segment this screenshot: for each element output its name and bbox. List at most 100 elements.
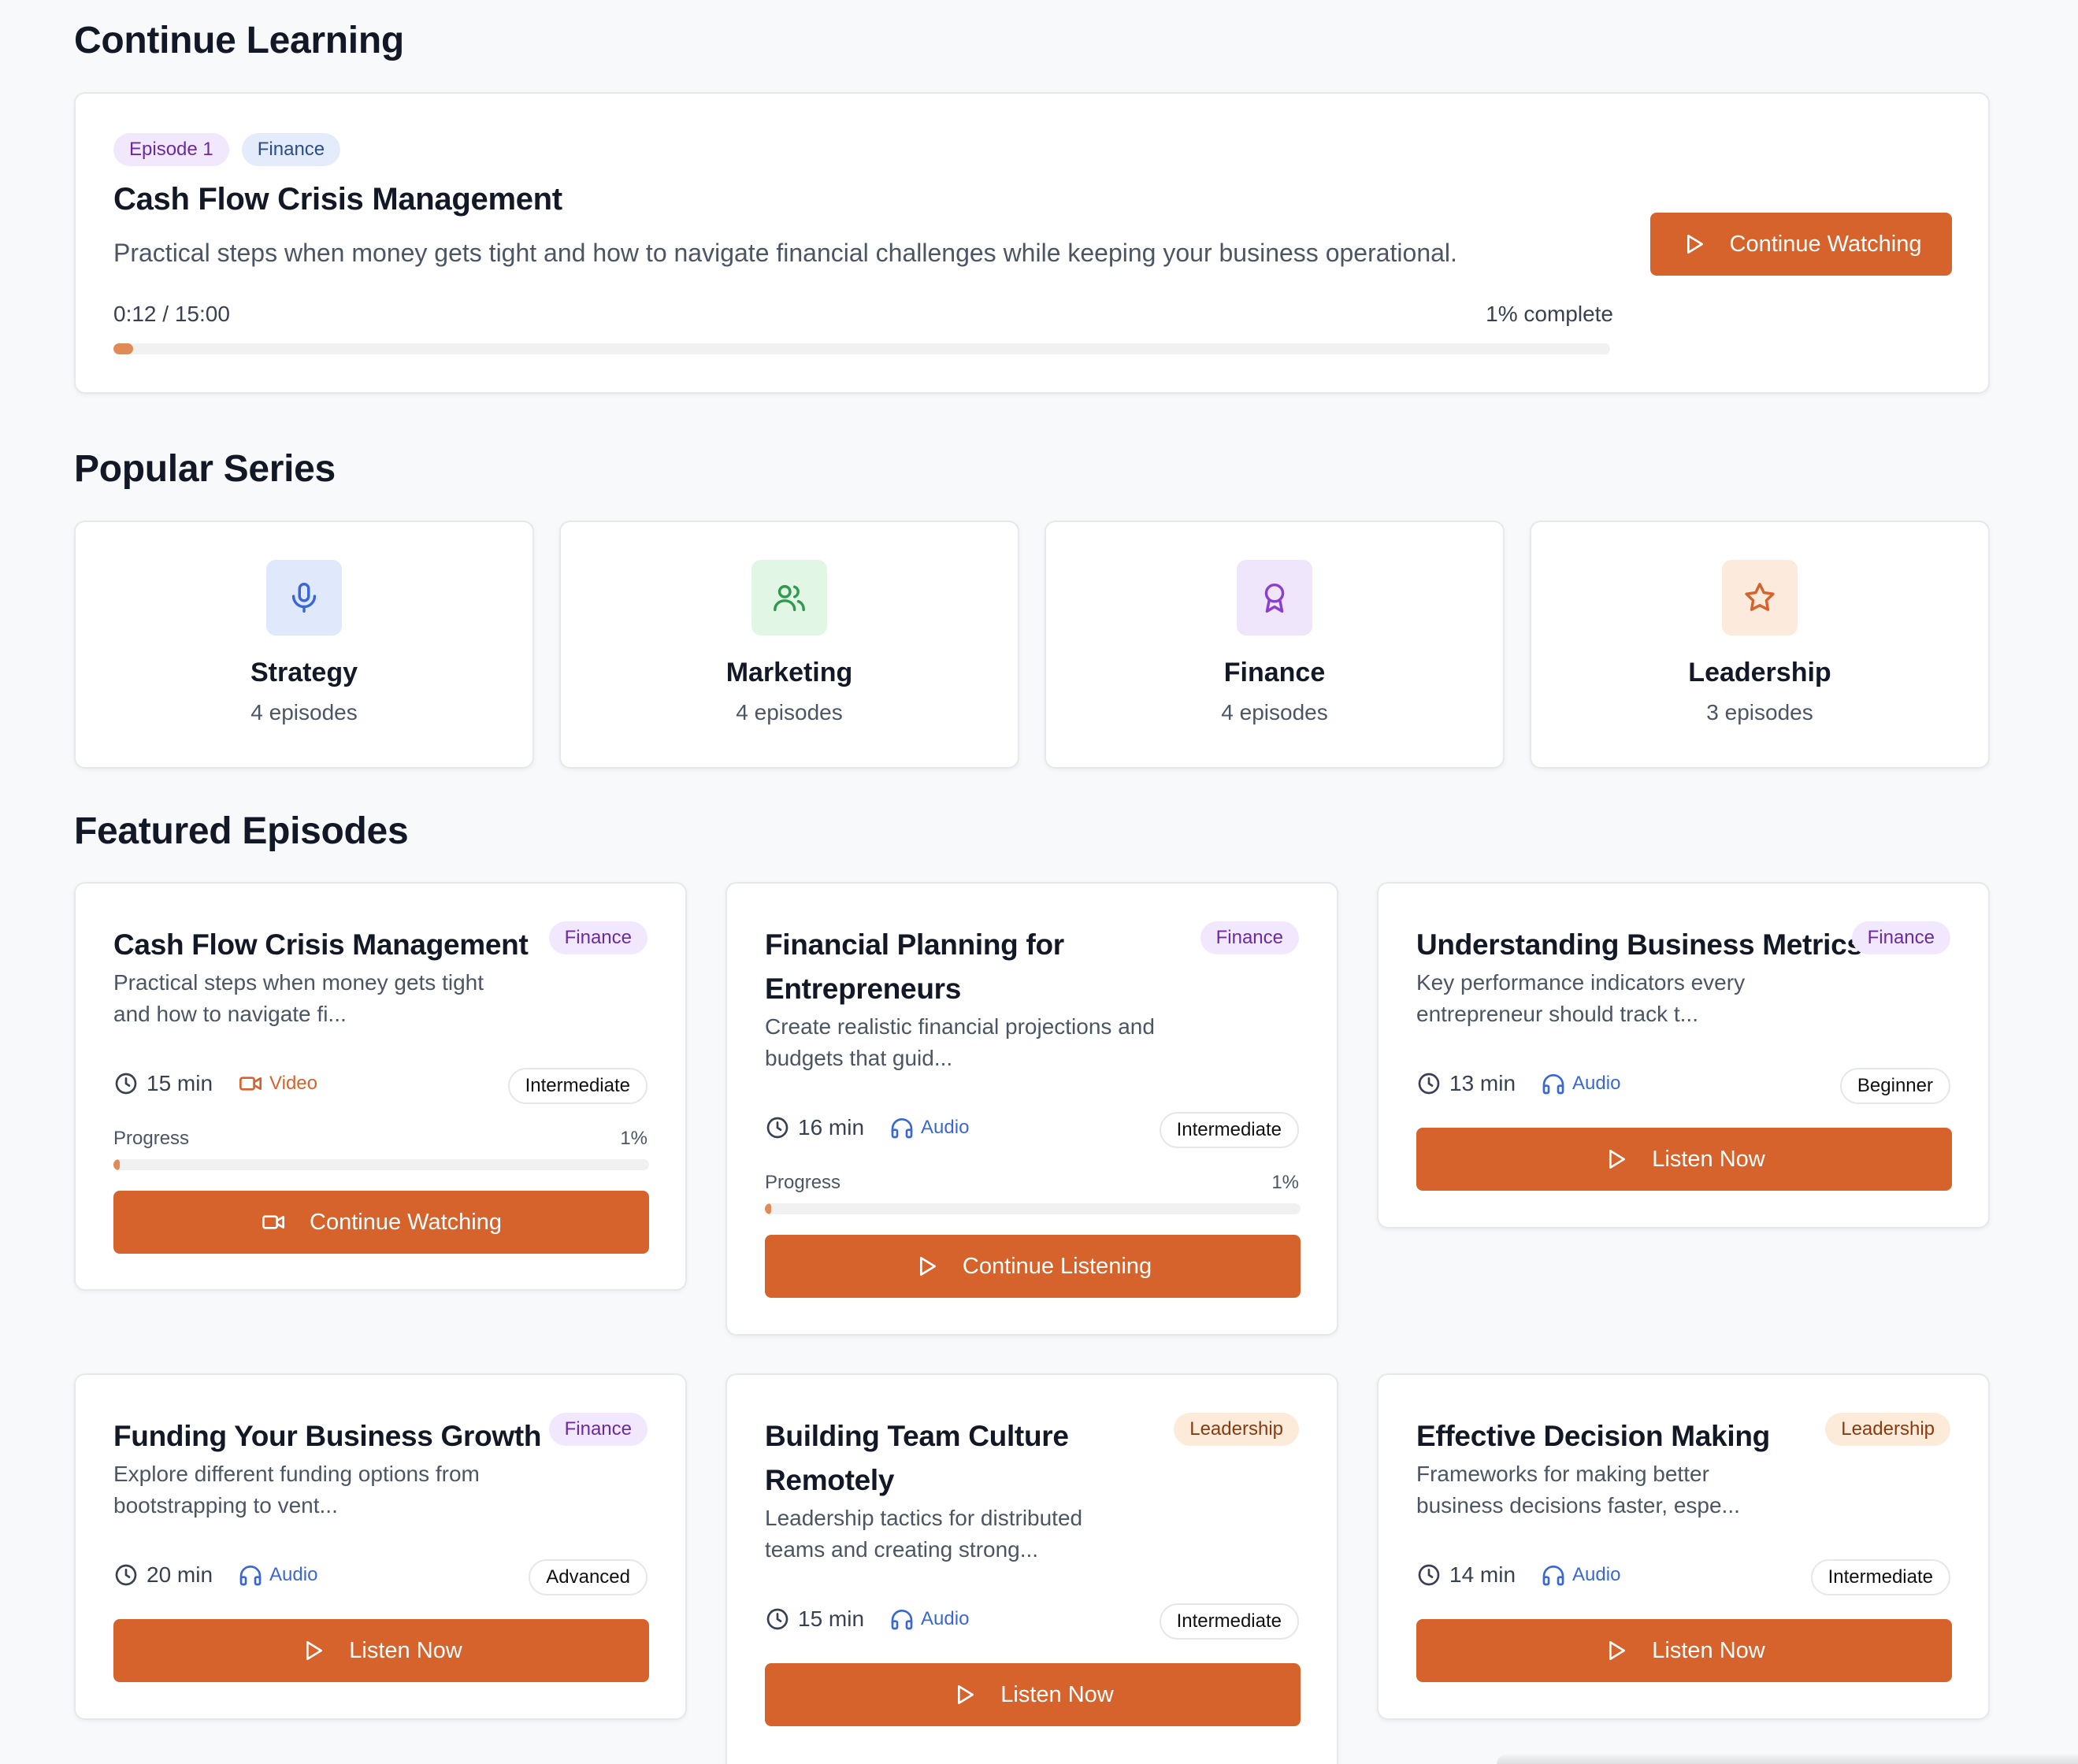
episode-description: Frameworks for making better business de… — [1416, 1458, 1740, 1521]
clock-icon — [115, 1564, 137, 1586]
description-line: Key performance indicators every — [1416, 970, 1746, 995]
progress-label: Progress — [765, 1172, 841, 1193]
category-badge: Finance — [548, 1413, 648, 1446]
media-type: Audio — [921, 1117, 970, 1138]
episode-card: Building Team Culture Remotely Leadershi… — [725, 1373, 1338, 1764]
video-icon — [239, 1077, 262, 1091]
title-line: Entrepreneurs — [765, 973, 962, 1005]
button-label: Listen Now — [1652, 1637, 1765, 1663]
level-badge: Intermediate — [507, 1068, 648, 1104]
listen-now-button[interactable]: Listen Now — [113, 1619, 649, 1682]
description-line: entrepreneur should track t... — [1416, 1002, 1698, 1026]
headphones-icon — [891, 1610, 913, 1630]
continue-learning-card: Episode 1 Finance Cash Flow Crisis Manag… — [74, 92, 1990, 394]
series-episode-count: 4 episodes — [250, 700, 358, 724]
level-badge: Intermediate — [1810, 1559, 1950, 1595]
episode-progress-fill — [113, 1159, 121, 1170]
headphones-icon — [1542, 1074, 1564, 1095]
series-name: Marketing — [725, 658, 853, 687]
clock-icon — [1418, 1564, 1440, 1586]
clock-icon — [766, 1117, 789, 1139]
duration: 15 min — [798, 1606, 865, 1631]
episode-title: Cash Flow Crisis Management — [113, 928, 529, 961]
episode-description: Key performance indicators every entrepr… — [1416, 967, 1745, 1030]
description-line: bootstrapping to vent... — [113, 1493, 338, 1518]
clock-icon — [1418, 1073, 1440, 1095]
series-card-leadership[interactable]: Leadership 3 episodes — [1530, 521, 1990, 769]
listen-now-button[interactable]: Listen Now — [1416, 1619, 1952, 1682]
episode-description: Explore different funding options from b… — [113, 1458, 480, 1521]
series-card-marketing[interactable]: Marketing 4 episodes — [559, 521, 1019, 769]
series-name: Strategy — [250, 658, 358, 687]
play-icon — [958, 1685, 974, 1704]
series-episode-count: 4 episodes — [736, 700, 843, 724]
description-line: Explore different funding options from — [113, 1462, 480, 1486]
continue-watching-button[interactable]: Continue Watching — [1650, 213, 1952, 276]
progress-label: Progress — [113, 1128, 190, 1149]
microphone-icon — [291, 583, 317, 613]
users-icon — [774, 584, 805, 612]
duration: 14 min — [1449, 1562, 1516, 1587]
episode-card: Funding Your Business Growth Finance Exp… — [74, 1373, 687, 1720]
continue-progress-bar — [113, 343, 1610, 354]
button-label: Listen Now — [349, 1637, 462, 1663]
play-icon — [1687, 235, 1703, 254]
series-episode-count: 3 episodes — [1706, 700, 1813, 724]
series-name: Leadership — [1688, 658, 1831, 687]
listen-now-button[interactable]: Listen Now — [765, 1663, 1301, 1726]
series-name: Finance — [1223, 658, 1326, 687]
series-icon-box — [1237, 560, 1312, 636]
continue-description: Practical steps when money gets tight an… — [113, 239, 1457, 267]
episode-progress-fill — [765, 1203, 772, 1214]
category-badge: Finance — [1200, 921, 1299, 954]
category-badge: Finance — [548, 921, 648, 954]
episode-title: Funding Your Business Growth — [113, 1420, 542, 1452]
continue-learning-heading: Continue Learning — [74, 20, 404, 61]
title-line: Financial Planning for — [765, 928, 1064, 961]
series-card-strategy[interactable]: Strategy 4 episodes — [74, 521, 534, 769]
continue-watching-button[interactable]: Continue Watching — [113, 1191, 649, 1254]
media-type: Audio — [1572, 1564, 1621, 1585]
episode-title: Effective Decision Making — [1416, 1420, 1770, 1452]
continue-listening-button[interactable]: Continue Listening — [765, 1235, 1301, 1298]
series-card-finance[interactable]: Finance 4 episodes — [1045, 521, 1505, 769]
series-icon-box — [1722, 560, 1798, 636]
button-label: Listen Now — [1652, 1146, 1765, 1172]
duration: 16 min — [798, 1115, 865, 1140]
play-icon — [306, 1641, 323, 1660]
clock-icon — [115, 1073, 137, 1095]
button-label: Continue Listening — [962, 1253, 1152, 1279]
star-icon — [1745, 583, 1775, 611]
continue-progress-fill — [113, 343, 133, 354]
headphones-icon — [1542, 1566, 1564, 1586]
episode-title: Building Team Culture Remotely — [765, 1414, 1069, 1503]
duration: 15 min — [147, 1071, 213, 1095]
description-line: Frameworks for making better — [1416, 1462, 1709, 1486]
listen-now-button[interactable]: Listen Now — [1416, 1128, 1952, 1191]
description-line: Create realistic financial projections a… — [765, 1014, 1155, 1039]
video-icon — [262, 1215, 285, 1229]
headphones-icon — [239, 1566, 262, 1586]
series-icon-box — [751, 560, 827, 636]
media-type: Audio — [921, 1608, 970, 1629]
category-badge: Finance — [1851, 921, 1950, 954]
percent-complete: 1% complete — [1486, 302, 1613, 326]
episode-title: Understanding Business Metrics — [1416, 928, 1863, 961]
progress-percent: 1% — [1271, 1172, 1299, 1193]
headphones-icon — [891, 1118, 913, 1139]
description-line: and how to navigate fi... — [113, 1002, 347, 1026]
level-badge: Advanced — [529, 1559, 648, 1595]
episode-card: Financial Planning for Entrepreneurs Fin… — [725, 882, 1338, 1336]
playback-time: 0:12 / 15:00 — [113, 302, 230, 326]
level-badge: Beginner — [1839, 1068, 1950, 1104]
episode-progress-bar — [113, 1159, 649, 1170]
description-line: teams and creating strong... — [765, 1537, 1039, 1562]
episode-title: Financial Planning for Entrepreneurs — [765, 923, 1064, 1011]
popular-series-heading: Popular Series — [74, 448, 336, 490]
episode-description: Create realistic financial projections a… — [765, 1011, 1155, 1074]
level-badge: Intermediate — [1159, 1112, 1299, 1148]
description-line: Leadership tactics for distributed — [765, 1506, 1083, 1530]
featured-episodes-heading: Featured Episodes — [74, 810, 409, 852]
button-label: Continue Watching — [310, 1209, 502, 1235]
floating-panel-edge — [1497, 1755, 2078, 1764]
